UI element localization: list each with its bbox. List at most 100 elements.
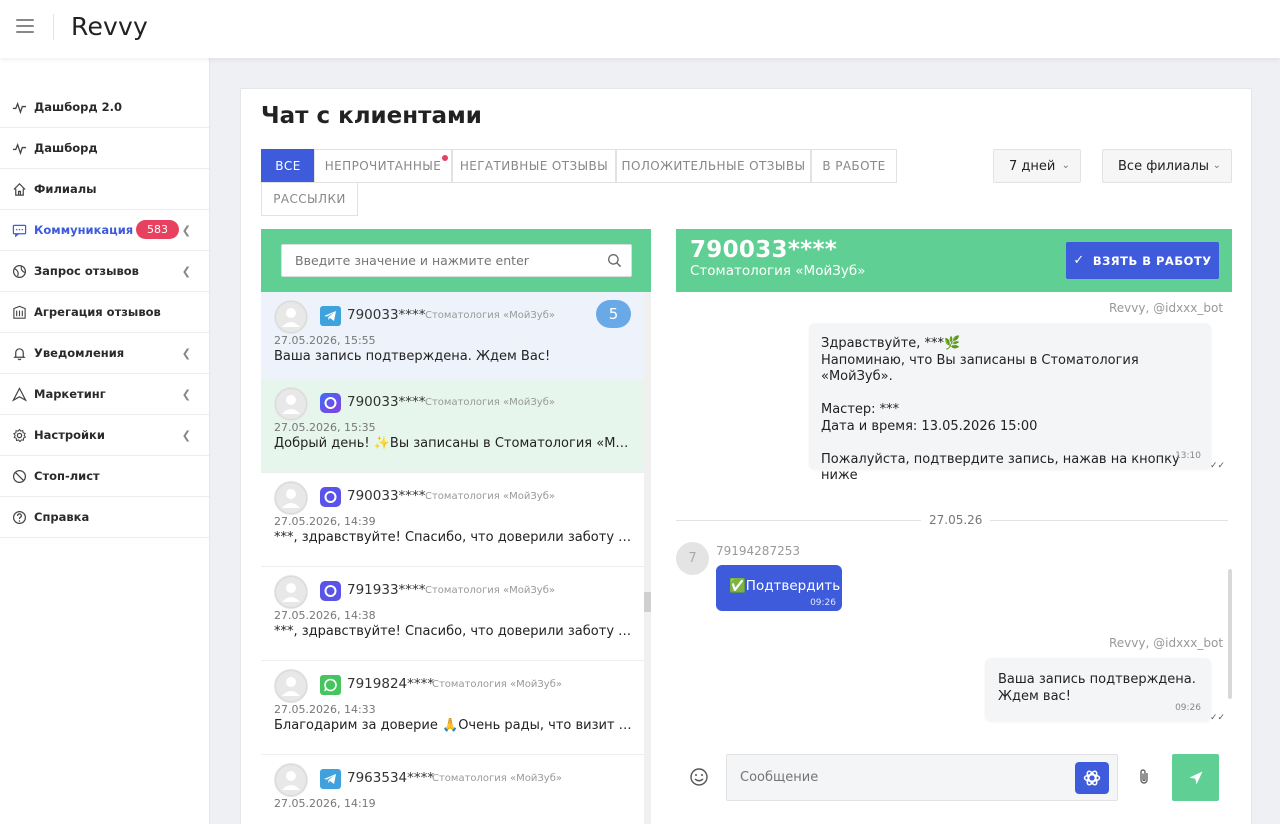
avatar bbox=[274, 669, 308, 703]
tab-positive[interactable]: Положительные отзывы bbox=[616, 149, 811, 183]
chat-icon bbox=[11, 222, 27, 238]
chat-window: 790033**** Стоматология «МойЗуб» ✓ Взять… bbox=[676, 229, 1232, 824]
conversation-time: 27.05.2026, 14:39 bbox=[274, 515, 376, 528]
tab-negative[interactable]: Негативные отзывы bbox=[452, 149, 616, 183]
sidebar-item-dashboard[interactable]: Дашборд bbox=[0, 128, 209, 169]
conversation-branch: Стоматология «МойЗуб» bbox=[432, 679, 562, 690]
outgoing-message: Ваша запись подтверждена. Ждем вас! 09:2… bbox=[985, 658, 1211, 721]
message-line: Дата и время: 13.05.2026 15:00 bbox=[821, 418, 1038, 434]
conversation-phone: 790033**** bbox=[347, 394, 426, 410]
sidebar-item-stop-list[interactable]: Стоп-лист bbox=[0, 456, 209, 497]
chat-branch: Стоматология «МойЗуб» bbox=[690, 263, 866, 279]
ai-assistant-button[interactable] bbox=[1075, 762, 1109, 794]
chat-header: 790033**** Стоматология «МойЗуб» ✓ Взять… bbox=[676, 229, 1232, 292]
chat-scrollbar[interactable] bbox=[1228, 569, 1232, 699]
search-icon[interactable] bbox=[607, 253, 622, 268]
period-select[interactable]: 7 дней ⌄ bbox=[993, 149, 1081, 183]
outgoing-message: Здравствуйте, ***🌿 Напоминаю, что Вы зап… bbox=[809, 323, 1211, 483]
list-item[interactable]: 790033**** Стоматология «МойЗуб» 27.05.2… bbox=[261, 473, 644, 567]
search-input[interactable] bbox=[281, 244, 632, 277]
chevron-down-icon: ⌄ bbox=[1212, 160, 1221, 171]
conversation-preview: ***, здравствуйте! Спасибо, что доверили… bbox=[274, 530, 634, 545]
take-to-work-button[interactable]: ✓ Взять в работу bbox=[1066, 242, 1219, 279]
list-item[interactable]: 790033**** Стоматология «МойЗуб» 27.05.2… bbox=[261, 379, 644, 473]
list-scrollbar[interactable] bbox=[644, 292, 651, 824]
ban-icon bbox=[11, 468, 27, 484]
avatar bbox=[274, 481, 308, 515]
message-text: ✅Подтвердить bbox=[729, 578, 841, 594]
sidebar-item-label: Коммуникация bbox=[34, 223, 134, 237]
sidebar-item-label: Уведомления bbox=[34, 346, 125, 360]
message-time: 09:26 bbox=[810, 598, 836, 608]
avatar: 7 bbox=[676, 542, 709, 575]
list-item[interactable]: 7963534**** Стоматология «МойЗуб» 27.05.… bbox=[261, 755, 644, 824]
app-logo[interactable]: Revvy bbox=[71, 12, 148, 41]
chat-card: Чат с клиентами Все Непрочитанные Негати… bbox=[240, 88, 1252, 824]
paperclip-icon[interactable] bbox=[1134, 767, 1154, 787]
send-button[interactable] bbox=[1172, 754, 1219, 801]
message-line: Здравствуйте, ***🌿 bbox=[821, 336, 961, 351]
send-icon bbox=[1189, 771, 1202, 784]
date-divider-label: 27.05.26 bbox=[921, 513, 991, 527]
telegram-icon bbox=[320, 769, 341, 789]
message-line: Пожалуйста, подтвердите запись, нажав на… bbox=[821, 451, 1180, 484]
list-item[interactable]: 790033**** Стоматология «МойЗуб» 5 27.05… bbox=[261, 292, 644, 386]
message-input[interactable] bbox=[726, 754, 1118, 801]
list-item[interactable]: 791933**** Стоматология «МойЗуб» 27.05.2… bbox=[261, 567, 644, 661]
sidebar-item-label: Филиалы bbox=[34, 182, 97, 196]
sidebar-item-marketing[interactable]: Маркетинг ❮ bbox=[0, 374, 209, 415]
tab-all[interactable]: Все bbox=[261, 149, 315, 183]
conversation-phone: 7919824**** bbox=[347, 676, 435, 692]
divider bbox=[53, 14, 54, 40]
conversation-branch: Стоматология «МойЗуб» bbox=[425, 310, 555, 321]
columns-icon bbox=[11, 304, 27, 320]
conversation-preview: Добрый день! ✨Вы записаны в Стоматология… bbox=[274, 436, 634, 451]
conversation-time: 27.05.2026, 15:35 bbox=[274, 421, 376, 434]
top-bar: Revvy bbox=[0, 0, 1280, 58]
emoji-icon[interactable] bbox=[689, 767, 709, 787]
pulse-icon bbox=[11, 99, 27, 115]
branch-value: Все филиалы bbox=[1118, 158, 1210, 174]
sidebar-item-review-aggregation[interactable]: Агрегация отзывов bbox=[0, 292, 209, 333]
conversation-list: 790033**** Стоматология «МойЗуб» 5 27.05… bbox=[261, 229, 651, 824]
conversation-phone: 791933**** bbox=[347, 582, 426, 598]
message-sender: 79194287253 bbox=[716, 544, 800, 558]
chevron-left-icon: ❮ bbox=[181, 429, 191, 442]
conversation-phone: 790033**** bbox=[347, 307, 426, 323]
sidebar-item-dashboard-2[interactable]: Дашборд 2.0 bbox=[0, 87, 209, 128]
globe-icon bbox=[11, 263, 27, 279]
whatsapp-icon bbox=[320, 675, 341, 695]
list-header bbox=[261, 229, 651, 292]
tab-in-progress[interactable]: В работе bbox=[811, 149, 897, 183]
sidebar-item-notifications[interactable]: Уведомления ❮ bbox=[0, 333, 209, 374]
home-icon bbox=[11, 181, 27, 197]
branch-select[interactable]: Все филиалы ⌄ bbox=[1102, 149, 1232, 183]
tab-unread[interactable]: Непрочитанные bbox=[314, 149, 452, 183]
conversation-time: 27.05.2026, 14:19 bbox=[274, 797, 376, 810]
list-scrollbar-thumb[interactable] bbox=[644, 592, 651, 612]
sidebar: Дашборд 2.0 Дашборд Филиалы Коммуникация… bbox=[0, 58, 210, 824]
sidebar-item-label: Дашборд bbox=[34, 141, 98, 155]
list-item[interactable]: 7919824**** Стоматология «МойЗуб» 27.05.… bbox=[261, 661, 644, 755]
sidebar-item-settings[interactable]: Настройки ❮ bbox=[0, 415, 209, 456]
tab-mailings[interactable]: Рассылки bbox=[261, 182, 358, 216]
avatar bbox=[274, 300, 308, 334]
menu-icon[interactable] bbox=[16, 19, 34, 33]
message-line: Напоминаю, что Вы записаны в Стоматологи… bbox=[821, 352, 1139, 385]
message-line: Мастер: *** bbox=[821, 402, 900, 417]
incoming-message: ✅Подтвердить 09:26 bbox=[716, 565, 842, 611]
chevron-left-icon: ❮ bbox=[181, 224, 191, 237]
sidebar-item-help[interactable]: Справка bbox=[0, 497, 209, 538]
conversation-preview: Благодарим за доверие 🙏Очень рады, что в… bbox=[274, 718, 634, 733]
avatar bbox=[274, 575, 308, 609]
unread-badge: 5 bbox=[596, 300, 631, 328]
sidebar-item-review-request[interactable]: Запрос отзывов ❮ bbox=[0, 251, 209, 292]
sidebar-item-communication[interactable]: Коммуникация 583 ❮ bbox=[0, 210, 209, 251]
conversation-branch: Стоматология «МойЗуб» bbox=[425, 491, 555, 502]
sidebar-item-label: Стоп-лист bbox=[34, 469, 100, 483]
period-value: 7 дней bbox=[1009, 158, 1056, 174]
avatar bbox=[274, 387, 308, 421]
message-sender: Revvy, @idxxx_bot bbox=[1109, 301, 1224, 315]
sidebar-item-branches[interactable]: Филиалы bbox=[0, 169, 209, 210]
